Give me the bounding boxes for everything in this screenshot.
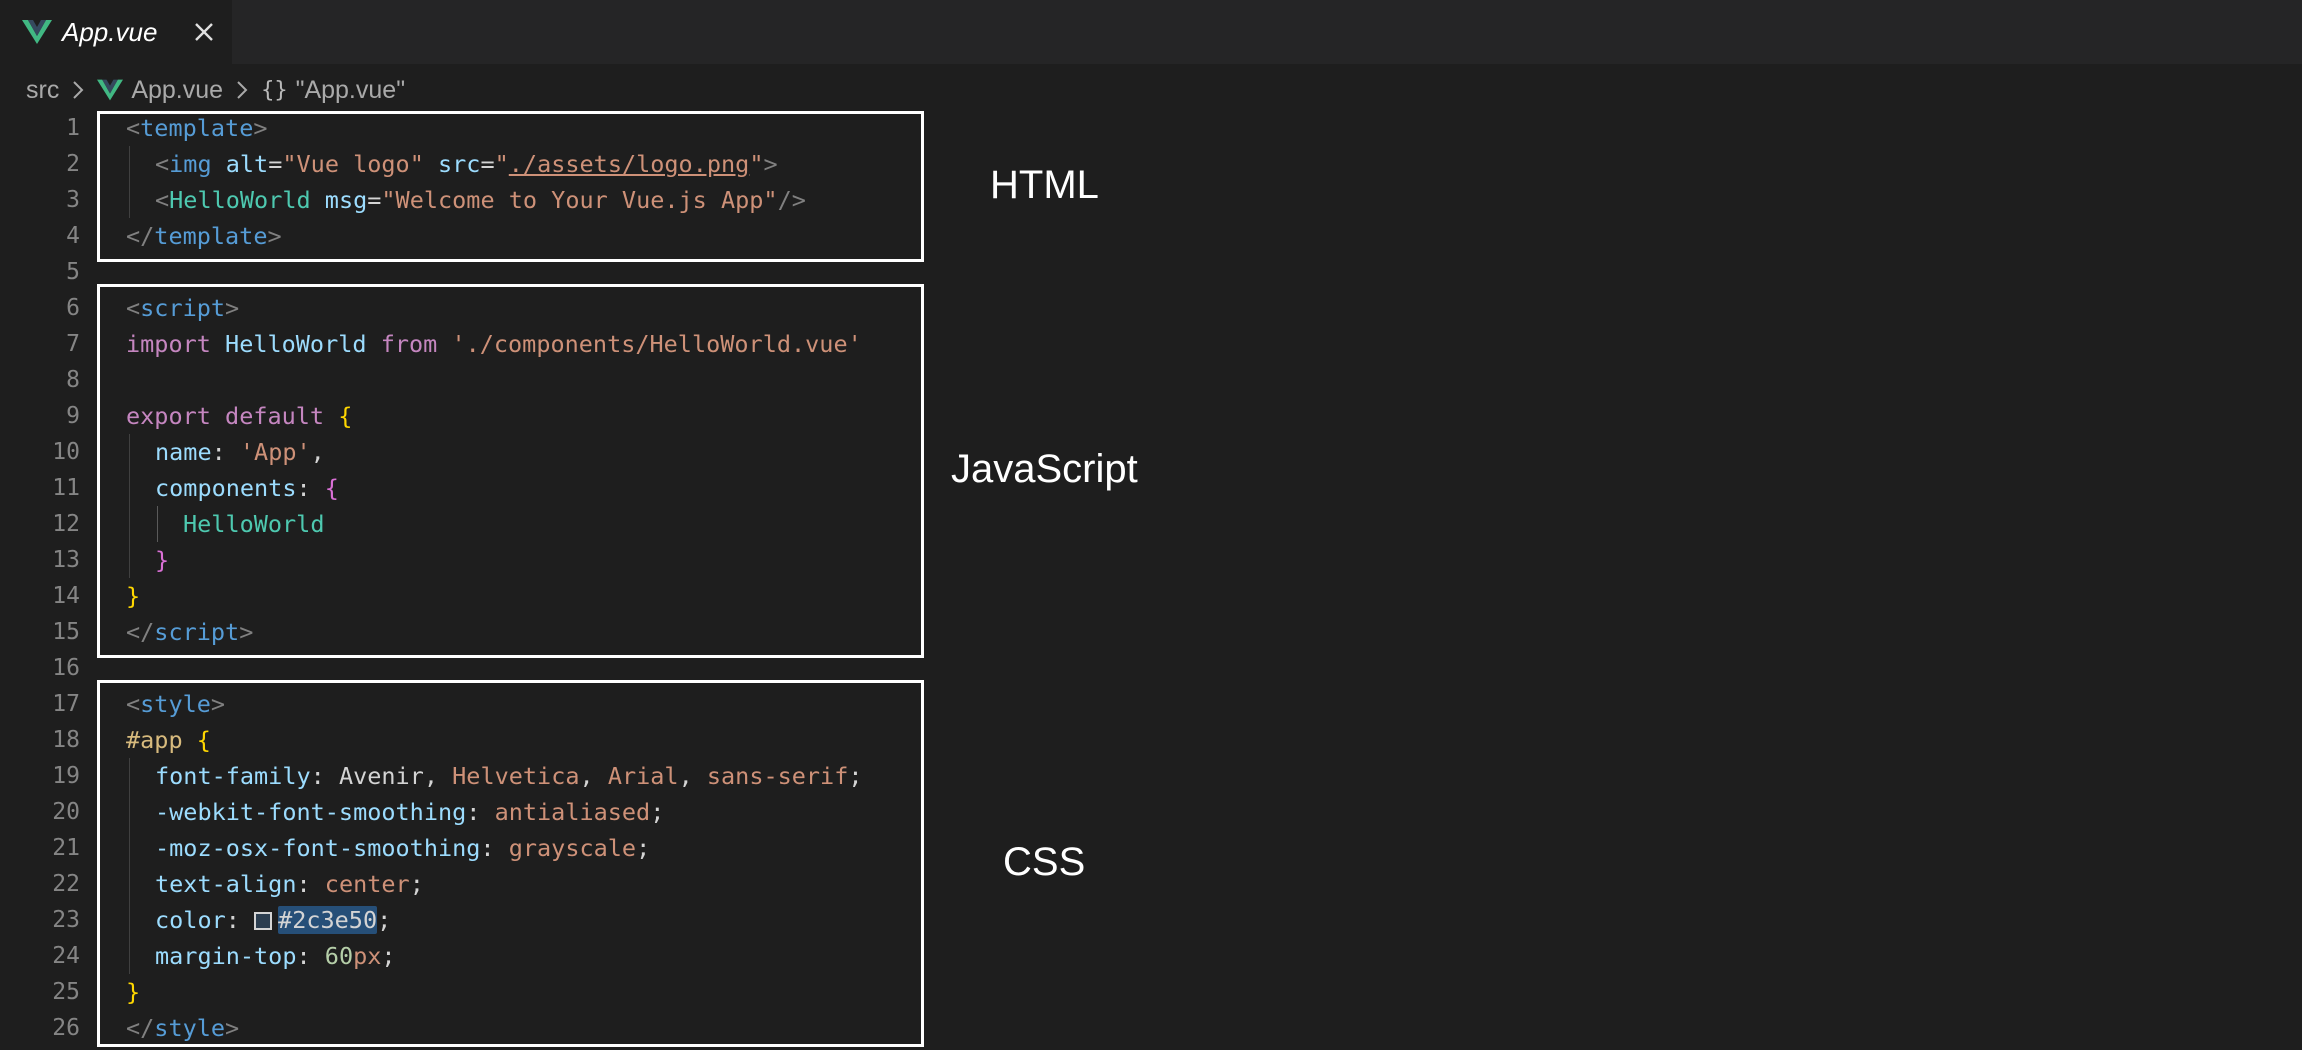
javascript-section-box xyxy=(97,284,924,658)
breadcrumb-item-file[interactable]: App.vue xyxy=(131,76,223,105)
line-number: 19 xyxy=(52,763,80,789)
css-section-box xyxy=(97,680,924,1047)
line-number: 6 xyxy=(66,295,80,321)
breadcrumb-item-symbol[interactable]: "App.vue" xyxy=(296,76,406,105)
line-number: 8 xyxy=(66,367,80,393)
html-label: HTML xyxy=(990,163,1099,207)
line-number-gutter: 1 2 3 4 5 6 7 8 9 10 11 12 13 14 15 16 1… xyxy=(0,110,80,1046)
line-number: 14 xyxy=(52,583,80,609)
line-number: 25 xyxy=(52,979,80,1005)
braces-icon: {} xyxy=(261,77,288,103)
chevron-right-icon xyxy=(73,81,84,99)
close-icon[interactable] xyxy=(190,18,218,46)
line-number: 13 xyxy=(52,547,80,573)
line-number: 23 xyxy=(52,907,80,933)
breadcrumb: src App.vue {} "App.vue" xyxy=(26,70,405,110)
line-number: 1 xyxy=(66,115,80,141)
vue-logo-icon xyxy=(22,20,52,44)
tab-app-vue[interactable]: App.vue xyxy=(0,0,232,64)
vue-logo-icon xyxy=(97,79,124,101)
line-number: 4 xyxy=(66,223,80,249)
line-number: 3 xyxy=(66,187,80,213)
line-number: 15 xyxy=(52,619,80,645)
line-number: 24 xyxy=(52,943,80,969)
line-number: 9 xyxy=(66,403,80,429)
tab-title: App.vue xyxy=(62,16,158,47)
line-number: 22 xyxy=(52,871,80,897)
line-number: 5 xyxy=(66,259,80,285)
line-number: 18 xyxy=(52,727,80,753)
line-number: 11 xyxy=(52,475,80,501)
line-number: 20 xyxy=(52,799,80,825)
chevron-right-icon xyxy=(237,81,248,99)
line-number: 21 xyxy=(52,835,80,861)
editor-window: App.vue src App.vue {} "App.vue" 1 2 3 4… xyxy=(0,0,2302,1050)
line-number: 16 xyxy=(52,655,80,681)
css-label: CSS xyxy=(1003,840,1086,884)
line-number: 2 xyxy=(66,151,80,177)
html-section-box xyxy=(97,111,924,262)
line-number: 7 xyxy=(66,331,80,357)
tab-bar: App.vue xyxy=(0,0,2302,64)
line-number: 12 xyxy=(52,511,80,537)
line-number: 17 xyxy=(52,691,80,717)
breadcrumb-item-src[interactable]: src xyxy=(26,76,59,105)
line-number: 10 xyxy=(52,439,80,465)
javascript-label: JavaScript xyxy=(951,447,1138,491)
line-number: 26 xyxy=(52,1015,80,1041)
